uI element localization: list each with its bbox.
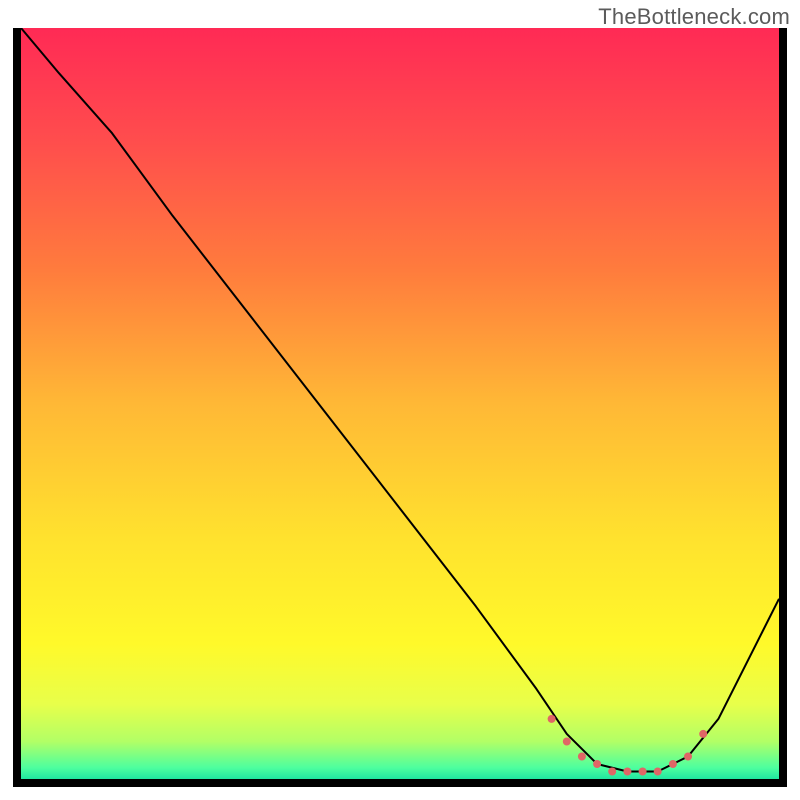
marker-point: [699, 730, 707, 738]
marker-point: [623, 768, 631, 776]
marker-point: [684, 753, 692, 761]
chart-svg: [21, 28, 779, 779]
marker-point: [578, 753, 586, 761]
marker-point: [593, 760, 601, 768]
marker-point: [548, 715, 556, 723]
marker-point: [654, 768, 662, 776]
gradient-background: [21, 28, 779, 779]
attribution-label: TheBottleneck.com: [598, 4, 790, 30]
plot-frame: [13, 28, 787, 787]
chart-container: TheBottleneck.com: [0, 0, 800, 800]
marker-point: [563, 738, 571, 746]
marker-point: [669, 760, 677, 768]
marker-point: [639, 768, 647, 776]
plot-area: [21, 28, 779, 779]
marker-point: [608, 768, 616, 776]
